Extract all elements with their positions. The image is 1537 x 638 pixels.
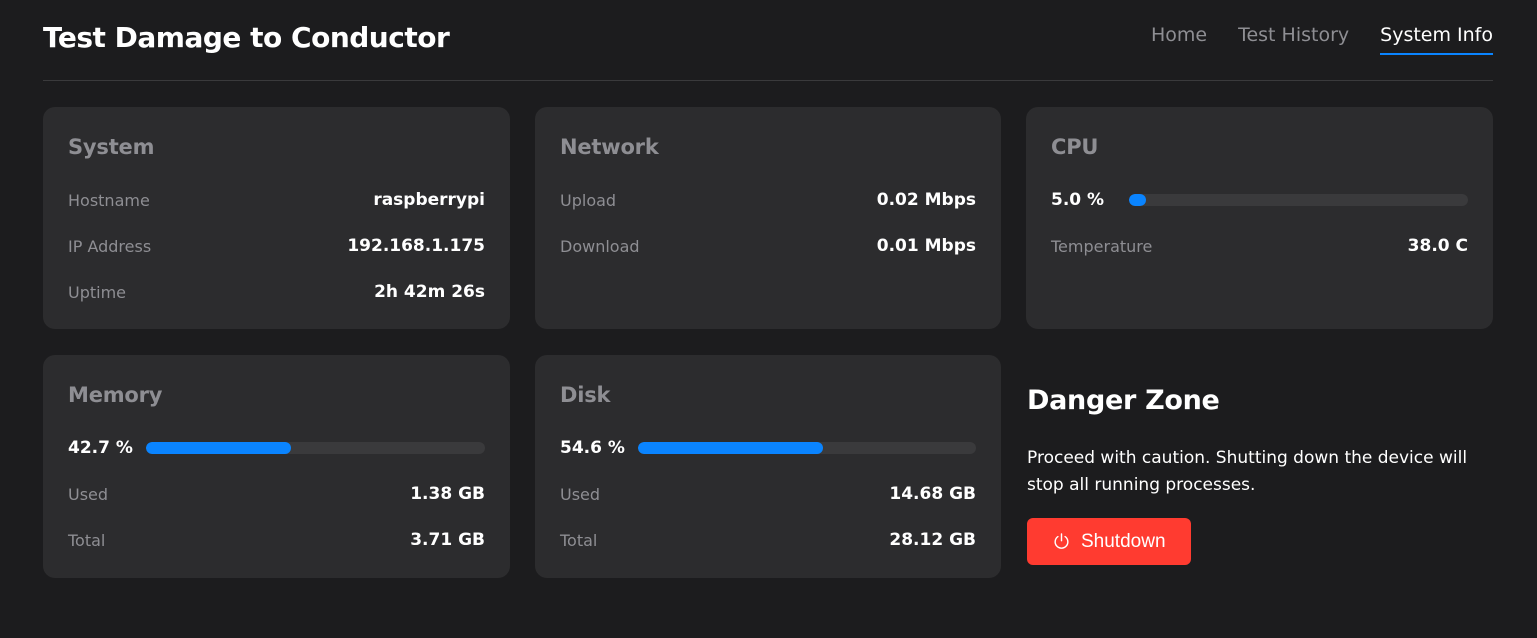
hostname-value: raspberrypi [373,190,485,210]
danger-zone-warning: Proceed with caution. Shutting down the … [1027,448,1468,495]
row-label: Download [560,236,640,256]
power-icon [1052,532,1071,551]
ip-address-value: 192.168.1.175 [347,236,485,256]
temperature-value: 38.0 C [1407,236,1468,256]
hostname-row: Hostname raspberrypi [68,177,485,223]
memory-card: Memory 42.7 % Used 1.38 GB Total 3.71 GB [43,355,510,578]
info-grid: System Hostname raspberrypi IP Address 1… [43,107,1493,578]
upload-value: 0.02 Mbps [876,190,976,210]
row-label: Upload [560,190,617,210]
memory-used-value: 1.38 GB [410,484,485,504]
ip-address-row: IP Address 192.168.1.175 [68,223,485,269]
card-title: Disk [560,383,611,407]
nav-home[interactable]: Home [1151,18,1207,55]
disk-used-value: 14.68 GB [889,484,976,504]
download-value: 0.01 Mbps [876,236,976,256]
system-card: System Hostname raspberrypi IP Address 1… [43,107,510,329]
row-label: Used [68,484,109,504]
progress-track [1129,194,1468,206]
download-row: Download 0.01 Mbps [560,223,976,269]
app-title: Test Damage to Conductor [43,20,450,54]
row-label: Used [560,484,601,504]
cpu-usage-label: 5.0 % [1051,190,1105,210]
card-title: Network [560,135,659,159]
disk-progress-fill [638,442,823,454]
memory-total-row: Total 3.71 GB [68,517,485,563]
nav-system-info[interactable]: System Info [1380,18,1493,55]
card-title: CPU [1051,135,1099,159]
nav-test-history[interactable]: Test History [1238,18,1349,55]
memory-total-value: 3.71 GB [410,530,485,550]
row-label: IP Address [68,236,152,256]
row-label: Total [560,530,598,550]
progress-track [146,442,485,454]
memory-usage-label: 42.7 % [68,438,133,458]
upload-row: Upload 0.02 Mbps [560,177,976,223]
system-info-page: Test Damage to Conductor Home Test Histo… [0,0,1537,638]
progress-track [638,442,976,454]
card-title: System [68,135,155,159]
top-bar: Test Damage to Conductor Home Test Histo… [43,0,1493,81]
danger-zone-title: Danger Zone [1027,385,1220,416]
uptime-row: Uptime 2h 42m 26s [68,269,485,315]
main-nav: Home Test History System Info [1151,18,1493,55]
row-label: Uptime [68,282,127,302]
memory-progress-fill [146,442,291,454]
disk-total-row: Total 28.12 GB [560,517,976,563]
disk-usage-label: 54.6 % [560,438,625,458]
temperature-row: Temperature 38.0 C [1051,223,1468,269]
row-label: Total [68,530,106,550]
disk-usage-meter: 54.6 % [560,425,976,471]
card-title: Memory [68,383,163,407]
memory-usage-meter: 42.7 % [68,425,485,471]
row-label: Temperature [1051,236,1153,256]
row-label: Hostname [68,190,150,210]
disk-total-value: 28.12 GB [889,530,976,550]
danger-zone: Danger Zone Proceed with caution. Shutti… [1026,355,1493,578]
disk-card: Disk 54.6 % Used 14.68 GB Total 28.12 GB [535,355,1001,578]
shutdown-label: Shutdown [1081,530,1166,552]
shutdown-button[interactable]: Shutdown [1027,518,1191,565]
cpu-card: CPU 5.0 % Temperature 38.0 C [1026,107,1493,329]
cpu-progress-fill [1129,194,1146,206]
uptime-value: 2h 42m 26s [374,282,485,302]
disk-used-row: Used 14.68 GB [560,471,976,517]
cpu-usage-meter: 5.0 % [1051,177,1468,223]
memory-used-row: Used 1.38 GB [68,471,485,517]
network-card: Network Upload 0.02 Mbps Download 0.01 M… [535,107,1001,329]
